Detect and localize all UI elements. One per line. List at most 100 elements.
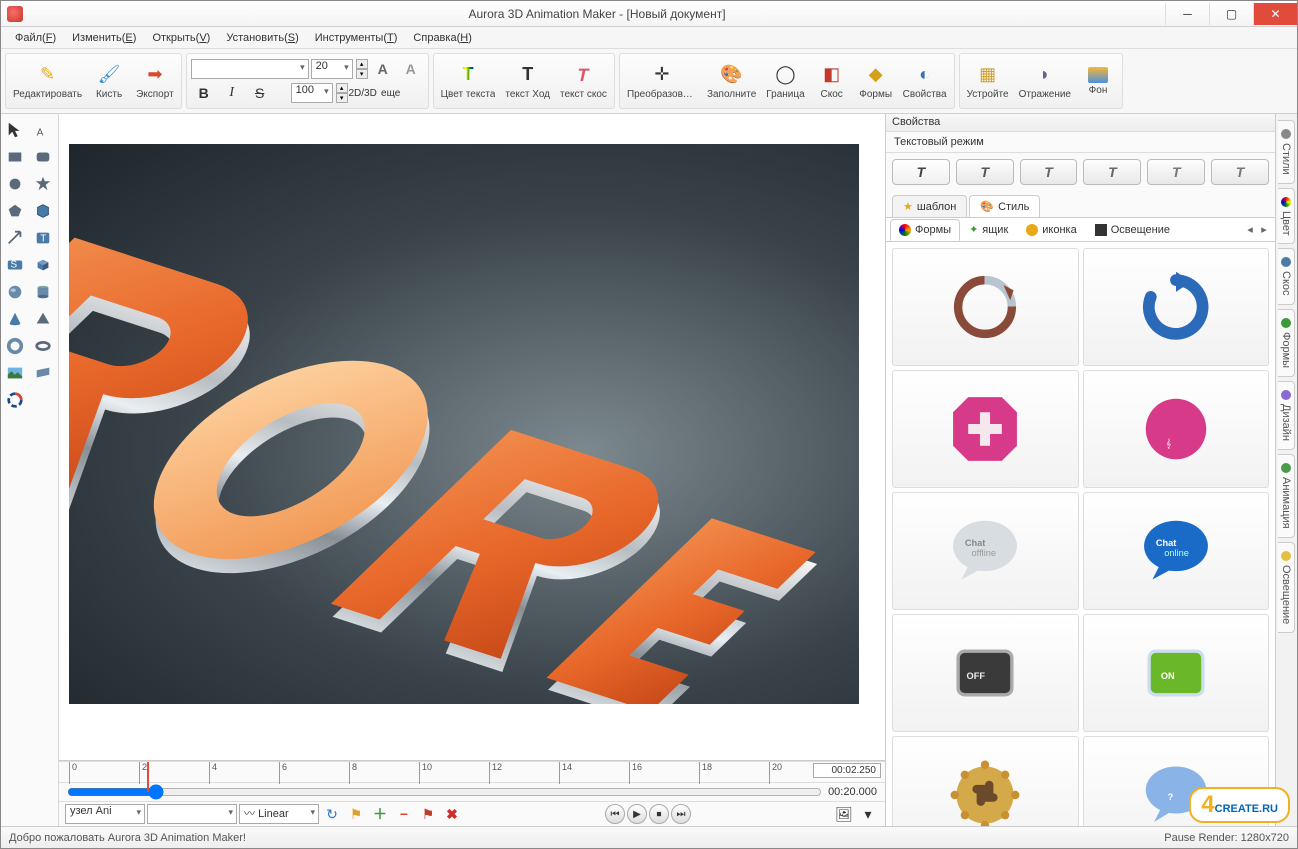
cylinder-tool[interactable] (31, 280, 55, 304)
delete-key[interactable]: ✖ (441, 804, 463, 824)
font-aa-button[interactable]: A (398, 58, 424, 80)
vtab-shapes[interactable]: Формы (1278, 309, 1295, 377)
bg-button[interactable]: Фон (1076, 64, 1120, 99)
size-top-spin[interactable]: ▴▾ (356, 59, 368, 79)
vtab-design[interactable]: Дизайн (1278, 381, 1295, 450)
bevel-button[interactable]: ◧Скос (810, 60, 854, 103)
current-time[interactable]: 00:02.250 (813, 763, 881, 778)
plane-tool[interactable] (31, 361, 55, 385)
close-button[interactable]: ✕ (1253, 3, 1297, 25)
shapes-button[interactable]: ◆Формы (854, 60, 898, 103)
subtab-next[interactable]: ▸ (1257, 223, 1271, 236)
textmode-5[interactable]: T (1147, 159, 1205, 185)
size-bottom-combo[interactable]: 100 (291, 83, 333, 103)
shape-chat-offline[interactable]: Chatoffline (892, 492, 1079, 610)
menu-file[interactable]: Файл(F) (7, 30, 64, 46)
stop[interactable]: ⏹ (649, 804, 669, 824)
menu-set[interactable]: Установить(S) (218, 30, 306, 46)
shape-off-button[interactable]: OFF (892, 614, 1079, 732)
bold-button[interactable]: B (191, 82, 217, 104)
roundrect-tool[interactable] (31, 145, 55, 169)
rect-tool[interactable] (3, 145, 27, 169)
image-tool[interactable] (3, 361, 27, 385)
tab-style[interactable]: 🎨Стиль (969, 195, 1040, 217)
timeline-slider[interactable] (67, 784, 822, 800)
playhead[interactable] (147, 762, 149, 792)
pyramid-tool[interactable] (31, 307, 55, 331)
textmode-1[interactable]: T (892, 159, 950, 185)
cone-tool[interactable] (3, 307, 27, 331)
minimize-button[interactable]: ─ (1165, 3, 1209, 25)
node-combo[interactable]: узел Ani (65, 804, 145, 824)
shape-refresh-ring[interactable] (892, 248, 1079, 366)
transform-button[interactable]: ✛Преобразование (622, 60, 702, 103)
subtab-shapes[interactable]: Формы (890, 219, 960, 241)
textmode-4[interactable]: T (1083, 159, 1141, 185)
more-button[interactable]: еще (378, 82, 404, 104)
canvas-area[interactable] (59, 114, 885, 761)
menu-open[interactable]: Открыть(V) (144, 30, 218, 46)
brush-button[interactable]: 🖌Кисть (87, 60, 131, 103)
font-a-button[interactable]: A (370, 58, 396, 80)
edit-button[interactable]: ✎Редактировать (8, 60, 87, 103)
2d3d-button[interactable]: 2D/3D (350, 82, 376, 104)
maximize-button[interactable]: ▢ (1209, 3, 1253, 25)
special-tool[interactable] (3, 388, 27, 412)
border-button[interactable]: ◯Граница (761, 60, 809, 103)
vtab-color[interactable]: Цвет (1278, 188, 1295, 245)
flag-key[interactable]: ⚑ (417, 804, 439, 824)
tab-template[interactable]: ★шаблон (892, 195, 967, 217)
preview-image[interactable]: 🖼 (833, 804, 855, 824)
shape-plus-octagon[interactable] (892, 370, 1079, 488)
font-combo[interactable] (191, 59, 309, 79)
props-button[interactable]: ◐Свойства (898, 60, 952, 103)
menu-tools[interactable]: Инструменты(T) (307, 30, 406, 46)
text3d-tool[interactable]: T (31, 226, 55, 250)
star-tool[interactable] (31, 172, 55, 196)
total-time[interactable]: 00:20.000 (828, 786, 877, 798)
svg-tool[interactable]: S (3, 253, 27, 277)
shape-chat-online[interactable]: Chatonline (1083, 492, 1270, 610)
shape-treble-clef[interactable]: 𝄞 (1083, 370, 1270, 488)
add-key[interactable]: ＋ (369, 804, 391, 824)
arrow-tool[interactable] (3, 226, 27, 250)
skewtext-button[interactable]: Tтекст скос (555, 60, 612, 103)
fill-button[interactable]: 🎨Заполните (702, 60, 761, 103)
menu-edit[interactable]: Изменить(E) (64, 30, 144, 46)
strike-button[interactable]: S (247, 82, 273, 104)
shape-puzzle-badge[interactable] (892, 736, 1079, 826)
textmode-3[interactable]: T (1020, 159, 1078, 185)
3d-viewport[interactable] (69, 144, 859, 704)
polygon-tool[interactable] (3, 199, 27, 223)
goto-start[interactable]: ⏮ (605, 804, 625, 824)
subtab-prev[interactable]: ◂ (1243, 223, 1257, 236)
reflect-button[interactable]: ◗Отражение (1014, 60, 1076, 103)
add-keyframe[interactable]: ⚑ (345, 804, 367, 824)
vtab-light[interactable]: Освещение (1278, 542, 1295, 633)
select-tool[interactable] (3, 118, 27, 142)
curve-combo[interactable]: 〰 Linear (239, 804, 319, 824)
timeline-ruler[interactable]: 0 2 4 6 8 10 12 14 16 18 20 00:02.250 (59, 762, 885, 783)
circle-tool[interactable] (3, 172, 27, 196)
text-tool[interactable]: A (31, 118, 55, 142)
preview-dropdown[interactable]: ▾ (857, 804, 879, 824)
vtab-styles[interactable]: Стили (1278, 120, 1295, 184)
refresh-anim[interactable]: ↻ (321, 804, 343, 824)
textmode-6[interactable]: T (1211, 159, 1269, 185)
subtab-icon[interactable]: иконка (1017, 219, 1085, 241)
arrange-button[interactable]: ▦Устройте (962, 60, 1014, 103)
italic-button[interactable]: I (219, 82, 245, 104)
menu-help[interactable]: Справка(H) (405, 30, 479, 46)
shape-reload-arrow[interactable] (1083, 248, 1270, 366)
anim-combo[interactable] (147, 804, 237, 824)
export-button[interactable]: ➡Экспорт (131, 60, 179, 103)
size-bottom-spin[interactable]: ▴▾ (336, 83, 348, 103)
play[interactable]: ▶ (627, 804, 647, 824)
torus-tool[interactable] (3, 334, 27, 358)
sphere-tool[interactable] (3, 280, 27, 304)
shape-on-button[interactable]: ON (1083, 614, 1270, 732)
textmode-2[interactable]: T (956, 159, 1014, 185)
goto-end[interactable]: ⏭ (671, 804, 691, 824)
vtab-anim[interactable]: Анимация (1278, 454, 1295, 538)
subtab-box[interactable]: ✦ящик (960, 218, 1017, 241)
